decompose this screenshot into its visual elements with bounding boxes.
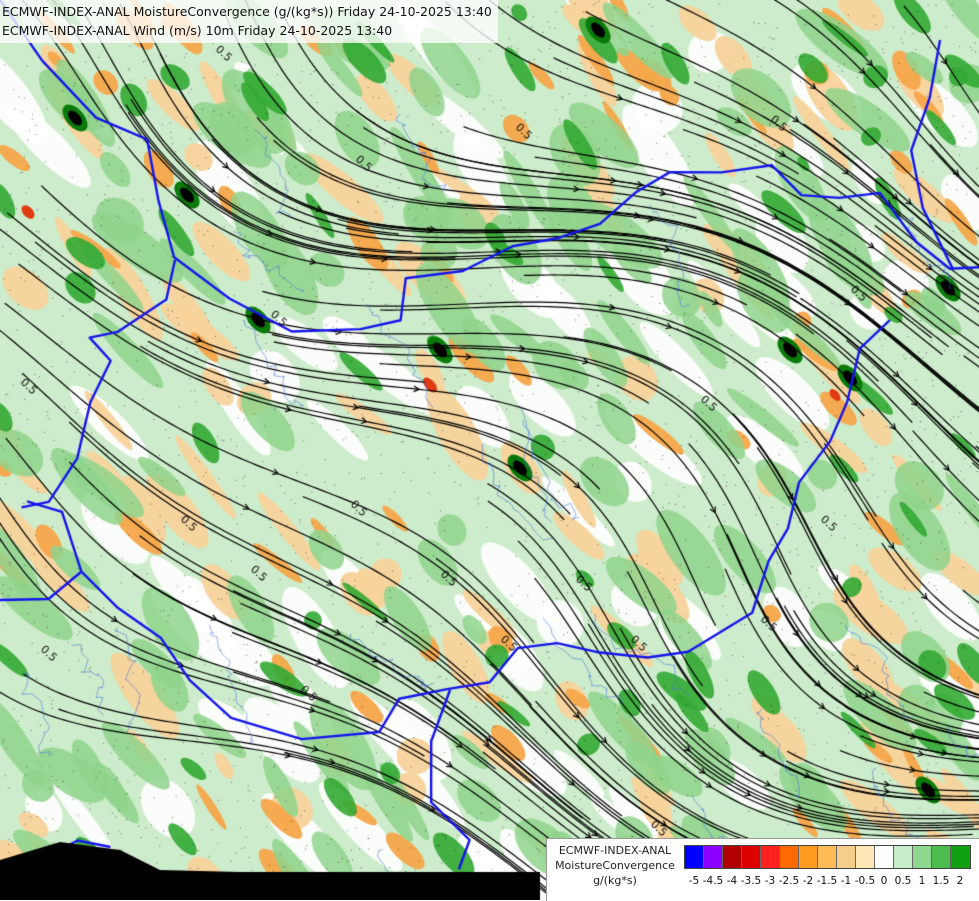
legend-tick-label: 0 xyxy=(880,875,888,887)
legend-tick-label: 1.5 xyxy=(932,875,950,887)
legend-tick-label: -2 xyxy=(802,875,814,887)
legend-tick-label: -4.5 xyxy=(702,875,724,887)
legend-tick-label: -3.5 xyxy=(740,875,762,887)
legend-label: ECMWF-INDEX-ANAL MoistureConvergence g/(… xyxy=(551,843,679,888)
legend-tick-label: -4 xyxy=(726,875,738,887)
title-wind: ECMWF-INDEX-ANAL Wind (m/s) 10m Friday 2… xyxy=(2,23,393,38)
legend-tick-label: -2.5 xyxy=(778,875,800,887)
color-legend: ECMWF-INDEX-ANAL MoistureConvergence g/(… xyxy=(546,838,979,901)
legend-tick-label: 2 xyxy=(956,875,964,887)
map-title-box: ECMWF-INDEX-ANAL MoistureConvergence (g/… xyxy=(0,0,498,43)
legend-parameter: MoistureConvergence xyxy=(555,859,675,872)
legend-tick-label: -1.5 xyxy=(816,875,838,887)
legend-model: ECMWF-INDEX-ANAL xyxy=(558,844,672,857)
legend-tick-label: -3 xyxy=(764,875,776,887)
legend-tick-label: 1 xyxy=(918,875,926,887)
legend-tick-label: -1 xyxy=(840,875,852,887)
legend-tick-label: 0.5 xyxy=(894,875,912,887)
moisture-convergence-map xyxy=(0,0,979,900)
legend-tick-label: -5 xyxy=(688,875,700,887)
title-moisture-convergence: ECMWF-INDEX-ANAL MoistureConvergence (g/… xyxy=(2,4,492,19)
legend-ticks: -5 -4.5 -4 -3.5 -3 -2.5 -2 -1.5 -1 -0.5 0 0.5 1 1.5 2 xyxy=(684,839,970,899)
legend-unit: g/(kg*s) xyxy=(593,874,637,887)
legend-tick-label: -0.5 xyxy=(854,875,876,887)
